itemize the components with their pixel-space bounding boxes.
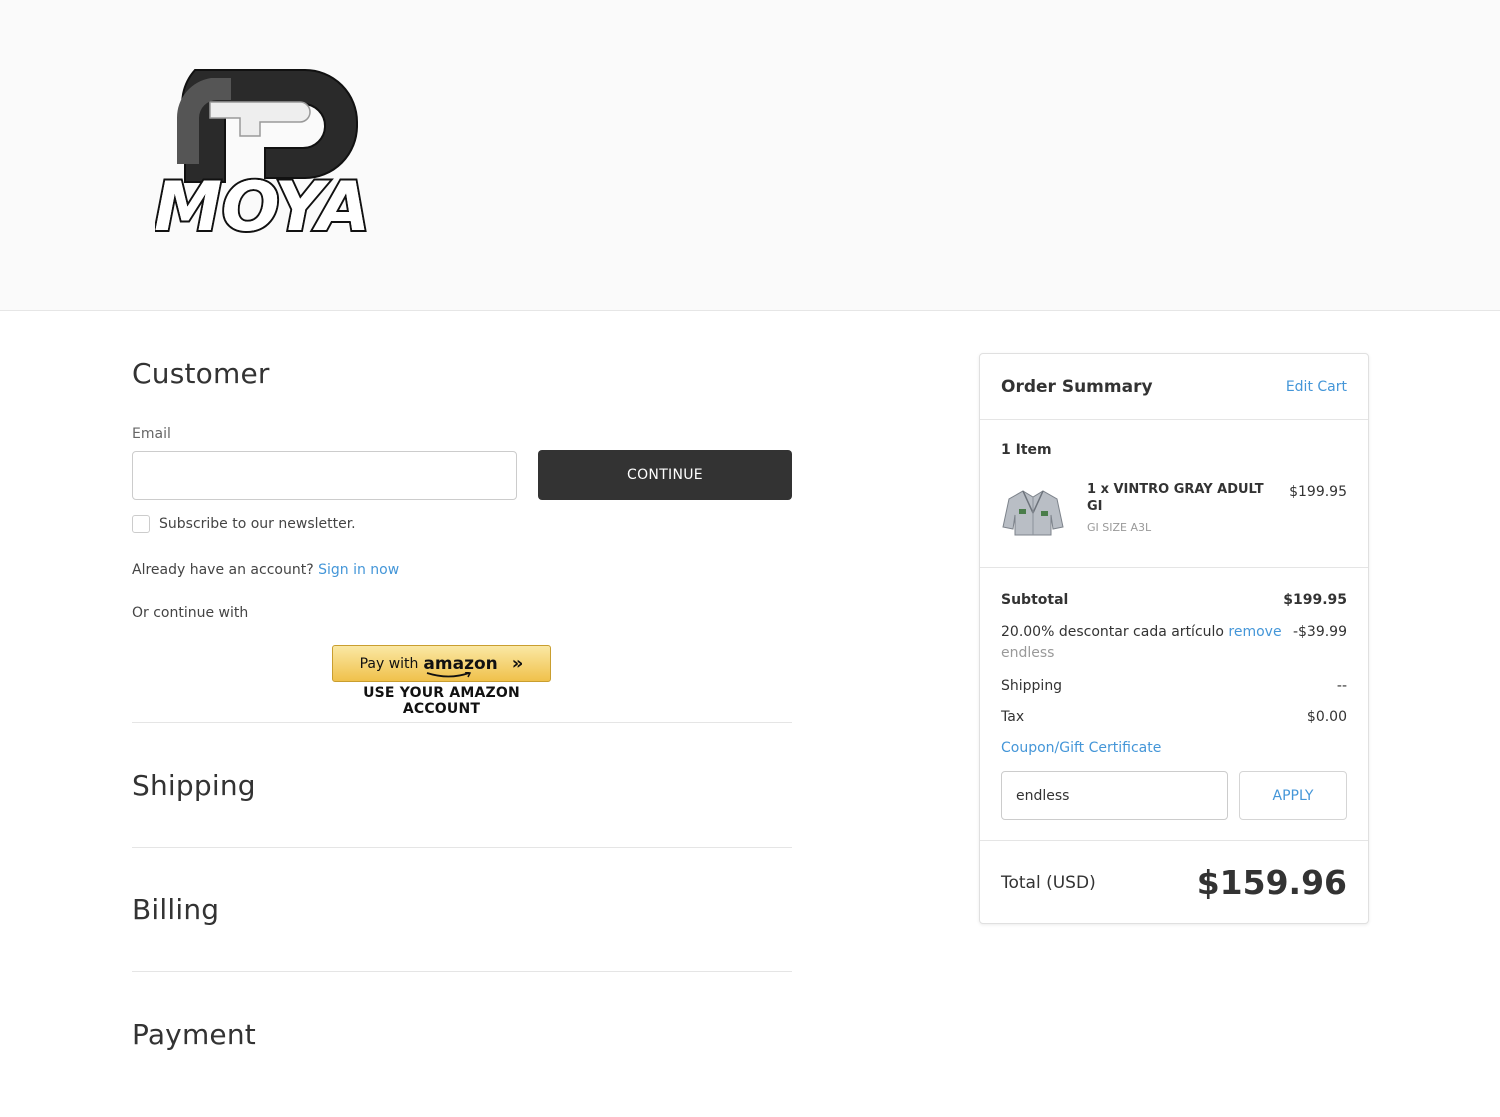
amazon-pay-button[interactable]: Pay with amazon »: [332, 645, 551, 682]
account-prompt-text: Already have an account?: [132, 562, 314, 578]
gi-jacket-thumbnail: [1002, 490, 1064, 536]
item-price: $199.95: [1289, 484, 1347, 500]
amazon-brand-label: amazon: [423, 654, 498, 677]
edit-cart-link[interactable]: Edit Cart: [1286, 379, 1347, 395]
continue-button[interactable]: CONTINUE: [538, 450, 792, 500]
subtotal-label: Subtotal: [1001, 592, 1069, 608]
customer-section-title: Customer: [132, 357, 270, 390]
item-option: GI SIZE A3L: [1087, 521, 1152, 534]
order-summary-title: Order Summary: [1001, 377, 1153, 397]
amazon-caption: USE YOUR AMAZON ACCOUNT: [363, 685, 520, 717]
newsletter-checkbox[interactable]: [132, 515, 150, 533]
billing-section-title: Billing: [132, 893, 220, 926]
order-summary-header: Order Summary Edit Cart: [980, 354, 1368, 420]
newsletter-option[interactable]: Subscribe to our newsletter.: [132, 515, 356, 533]
svg-text:MOYA: MOYA: [155, 168, 369, 247]
section-divider: [132, 722, 792, 723]
apply-coupon-button[interactable]: APPLY: [1239, 771, 1347, 820]
subtotal-value: $199.95: [1283, 592, 1347, 608]
discount-code: endless: [1001, 645, 1055, 661]
shipping-section-title: Shipping: [132, 769, 256, 802]
tax-label: Tax: [1001, 709, 1025, 725]
amazon-smile-icon: [427, 671, 472, 677]
checkout-main: Customer Email CONTINUE Subscribe to our…: [0, 311, 1500, 1117]
remove-discount-link[interactable]: remove: [1228, 624, 1281, 640]
discount-value: -$39.99: [1292, 624, 1347, 640]
coupon-code-field[interactable]: [1001, 771, 1228, 820]
coupon-toggle-link[interactable]: Coupon/Gift Certificate: [1001, 740, 1161, 756]
total-label: Total (USD): [1001, 873, 1096, 893]
chevron-right-icon: »: [511, 653, 524, 674]
sign-in-link[interactable]: Sign in now: [318, 562, 399, 578]
shipping-label: Shipping: [1001, 678, 1063, 694]
store-logo[interactable]: MOYA MOYA: [152, 64, 372, 250]
section-divider: [132, 847, 792, 848]
discount-line: 20.00% descontar cada artículo remove: [1001, 624, 1282, 640]
tax-value: $0.00: [1306, 709, 1347, 725]
payment-section-title: Payment: [132, 1018, 256, 1051]
email-field[interactable]: [132, 451, 517, 500]
order-totals: Subtotal $199.95 20.00% descontar cada a…: [980, 568, 1368, 841]
email-label: Email: [132, 426, 171, 442]
grand-total: Total (USD) $159.96: [980, 841, 1368, 925]
item-name: 1 x VINTRO GRAY ADULT GI: [1087, 482, 1264, 514]
section-divider: [132, 971, 792, 972]
account-prompt: Already have an account? Sign in now: [132, 562, 399, 578]
order-items: 1 Item 1 x VINTRO GRAY ADULT GI GI SIZE …: [980, 420, 1368, 568]
page-header: MOYA MOYA: [0, 0, 1500, 311]
shipping-value: --: [1336, 678, 1347, 694]
amazon-pay-label: Pay with: [359, 655, 419, 672]
order-summary: Order Summary Edit Cart 1 Item 1 x VINTR…: [979, 353, 1369, 924]
newsletter-label: Subscribe to our newsletter.: [159, 516, 356, 532]
item-count: 1 Item: [1001, 442, 1052, 458]
or-continue-text: Or continue with: [132, 605, 249, 621]
moya-logo-icon: MOYA MOYA: [152, 69, 372, 249]
discount-label: 20.00% descontar cada artículo: [1001, 624, 1224, 640]
total-value: $159.96: [1196, 863, 1347, 902]
